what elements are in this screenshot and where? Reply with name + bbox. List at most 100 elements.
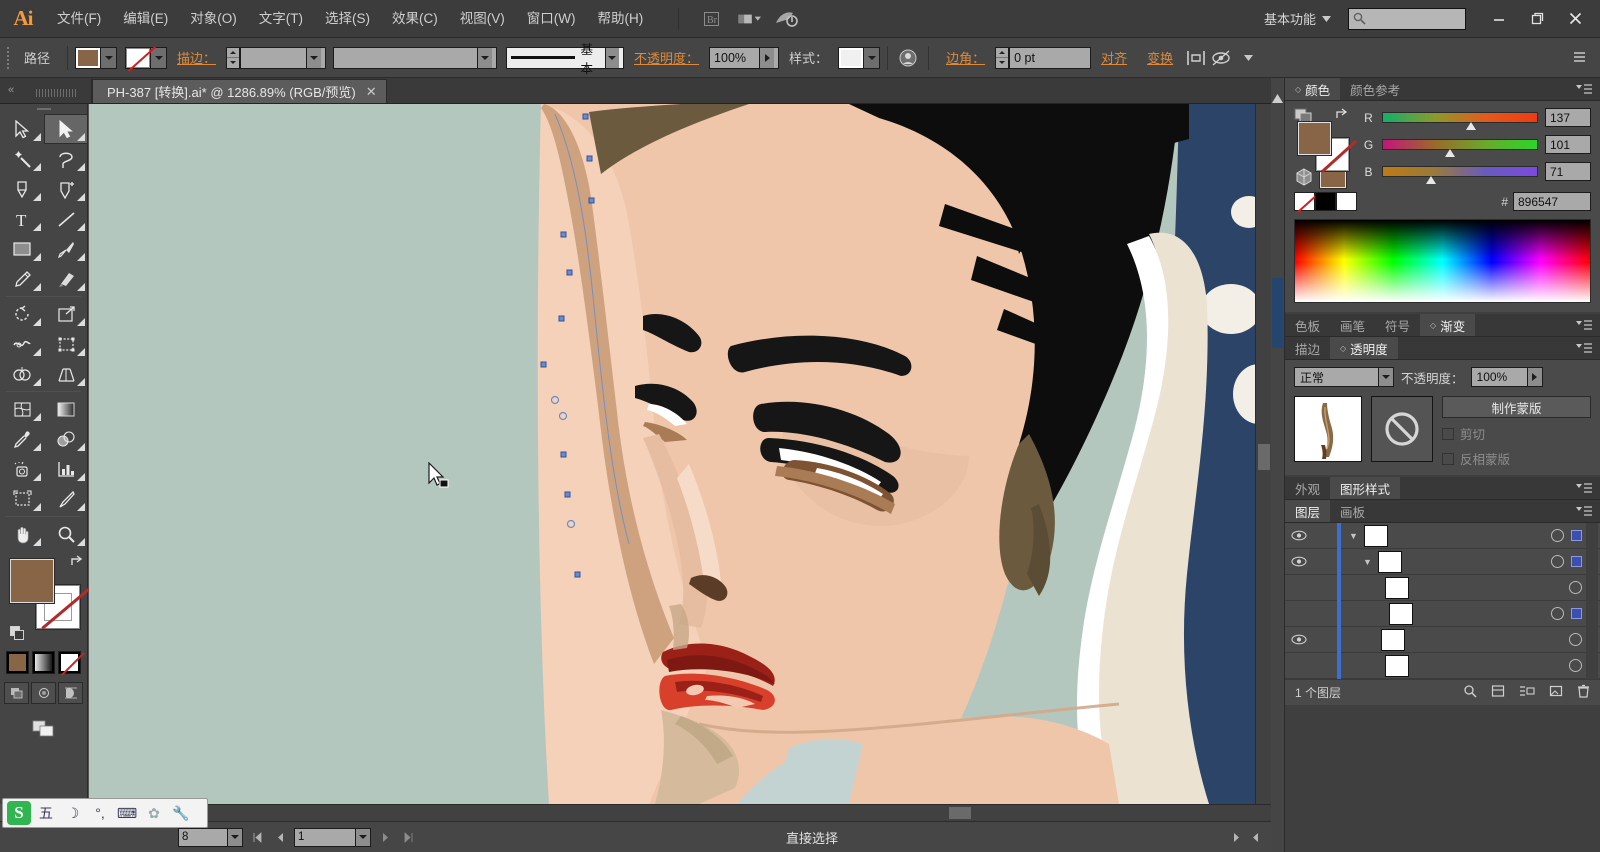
tab-symbols[interactable]: 符号 [1375, 314, 1421, 336]
page-number-control[interactable]: 1 [294, 827, 371, 847]
control-bar-grip[interactable] [4, 45, 14, 71]
lasso-tool[interactable] [44, 144, 88, 174]
color-cube-icon[interactable] [1294, 167, 1314, 187]
type-tool[interactable]: T [0, 204, 44, 234]
swap-colors-icon[interactable] [1334, 108, 1350, 125]
target-indicator-icon[interactable] [1551, 555, 1564, 568]
table-row[interactable] [1285, 652, 1600, 679]
opacity-flyout-arrow-icon[interactable] [1526, 368, 1542, 386]
corner-radius-field[interactable]: 0 pt [1009, 46, 1092, 69]
graphic-style-control[interactable] [838, 46, 881, 69]
zoom-level-control[interactable]: 8 [178, 827, 243, 847]
zoom-dropdown-arrow-icon[interactable] [228, 827, 243, 847]
table-row[interactable] [1285, 574, 1600, 601]
mesh-tool[interactable] [0, 394, 44, 424]
control-bar-flyout-icon[interactable] [1568, 45, 1594, 71]
maximize-button[interactable] [1518, 6, 1556, 32]
create-new-layer-icon[interactable] [1549, 684, 1563, 701]
rectangle-tool[interactable] [0, 234, 44, 264]
column-graph-tool[interactable] [44, 454, 88, 484]
fill-stroke-color-well[interactable] [9, 555, 83, 647]
eye-icon[interactable] [1285, 556, 1313, 567]
draw-inside-icon[interactable] [58, 682, 83, 704]
opacity-field[interactable]: 100% [709, 46, 780, 69]
stroke-label[interactable]: 描边： [167, 48, 226, 67]
opacity-label[interactable]: 不透明度： [624, 48, 709, 67]
gradient-mode-button[interactable] [32, 651, 55, 674]
tab-swatches[interactable]: 色板 [1285, 314, 1331, 336]
paintbrush-tool[interactable] [44, 234, 88, 264]
menu-window[interactable]: 窗口(W) [516, 0, 587, 38]
transparency-opacity-field[interactable]: 100% [1470, 367, 1543, 387]
canvas-horizontal-scrollbar[interactable] [89, 804, 1271, 821]
blend-tool[interactable] [44, 424, 88, 454]
ime-toolbar[interactable]: S 五 ☽ °, ⌨ ✿ 🔧 [2, 798, 208, 828]
tab-stroke[interactable]: 描边 [1285, 337, 1331, 359]
delete-layer-icon[interactable] [1577, 684, 1590, 701]
create-sublayer-icon[interactable] [1519, 684, 1535, 701]
tab-appearance[interactable]: 外观 [1285, 477, 1331, 499]
style-dropdown-arrow[interactable] [864, 46, 881, 69]
dock-rail[interactable] [1271, 78, 1285, 852]
layers-scrollbar[interactable] [1586, 523, 1598, 679]
transparency-panel-menu-icon[interactable] [1576, 337, 1600, 359]
scale-tool[interactable] [44, 299, 88, 329]
slider-b[interactable] [1382, 166, 1538, 177]
expand-panels-icon[interactable] [1271, 94, 1284, 103]
clip-checkbox[interactable] [1442, 427, 1454, 440]
close-button[interactable] [1556, 6, 1594, 32]
invert-mask-checkbox-row[interactable]: 反相蒙版 [1442, 449, 1591, 468]
locate-object-icon[interactable] [1463, 684, 1477, 701]
swatch-none[interactable] [1294, 192, 1315, 211]
line-segment-tool[interactable] [44, 204, 88, 234]
first-page-button[interactable] [248, 828, 266, 847]
stroke-profile-field[interactable] [333, 46, 498, 69]
chevron-down-icon[interactable] [477, 47, 493, 68]
ime-punctuation-icon[interactable]: °, [88, 801, 112, 825]
color-spectrum-bar[interactable] [1294, 219, 1591, 303]
clip-checkbox-row[interactable]: 剪切 [1442, 424, 1591, 443]
object-thumbnail[interactable] [1294, 396, 1362, 462]
status-flyout-right-icon[interactable] [1227, 828, 1245, 847]
ime-keyboard-icon[interactable]: ⌨ [115, 801, 139, 825]
selection-indicator-icon[interactable] [1571, 556, 1582, 567]
blob-brush-tool[interactable] [44, 264, 88, 294]
magic-wand-tool[interactable] [0, 144, 44, 174]
stroke-color-control[interactable] [125, 46, 168, 69]
appearance-panel-menu-icon[interactable] [1576, 477, 1600, 499]
table-row[interactable]: ▼ [1285, 522, 1600, 549]
make-clipping-mask-icon[interactable] [1491, 684, 1505, 701]
blend-mode-select[interactable]: 正常 [1294, 367, 1394, 387]
stroke-weight-stepper[interactable] [226, 46, 241, 69]
layers-panel-menu-icon[interactable] [1576, 500, 1600, 522]
menu-view[interactable]: 视图(V) [449, 0, 516, 38]
document-tab[interactable]: PH-387 [转换].ai* @ 1286.89% (RGB/预览) ✕ [92, 79, 387, 103]
tools-panel-grip[interactable] [0, 104, 87, 114]
slider-knob-b[interactable] [1426, 176, 1437, 185]
menu-edit[interactable]: 编辑(E) [112, 0, 179, 38]
tab-gradient[interactable]: ◇ 渐变 [1420, 314, 1476, 336]
screen-mode-button[interactable] [0, 716, 87, 740]
tab-graphic-styles[interactable]: 图形样式 [1330, 477, 1401, 499]
layers-list[interactable]: ▼ ▼ [1285, 522, 1600, 679]
transform-menu[interactable]: 变换 [1137, 48, 1183, 67]
gradient-tool[interactable] [44, 394, 88, 424]
slice-tool[interactable] [44, 484, 88, 514]
status-flyout-left-icon[interactable] [1247, 828, 1265, 847]
stroke-weight-field[interactable] [240, 46, 327, 69]
symbol-sprayer-tool[interactable] [0, 454, 44, 484]
pencil-tool[interactable] [0, 264, 44, 294]
target-indicator-icon[interactable] [1569, 659, 1582, 672]
pen-tool[interactable] [0, 174, 44, 204]
channel-value-r[interactable]: 137 [1545, 108, 1591, 127]
swatch-black[interactable] [1315, 192, 1336, 211]
none-mode-button[interactable] [58, 651, 81, 674]
menu-file[interactable]: 文件(F) [46, 0, 112, 38]
ime-moon-icon[interactable]: ☽ [61, 801, 85, 825]
canvas-vertical-scrollbar[interactable] [1255, 104, 1271, 804]
add-anchor-point-tool[interactable] [44, 174, 88, 204]
stroke-swatch-none[interactable] [125, 46, 152, 69]
vertical-scroll-thumb[interactable] [1258, 444, 1270, 470]
invert-mask-checkbox[interactable] [1442, 452, 1454, 465]
perspective-grid-tool[interactable] [44, 359, 88, 389]
